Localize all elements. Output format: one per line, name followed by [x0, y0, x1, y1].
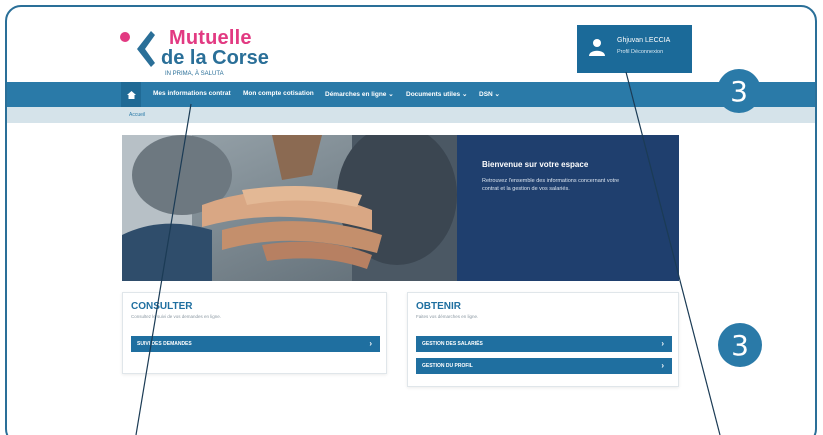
- user-menu[interactable]: Ghjuvan LECCIA Profil Déconnexion: [577, 25, 692, 73]
- gestion-des-salaries-label: GESTION DES SALARIÉS: [422, 341, 483, 347]
- logo-tagline: IN PRIMA, À SALUTA: [165, 71, 224, 77]
- nav-item-demarches-en-ligne[interactable]: Démarches en ligne ⌄: [325, 90, 394, 98]
- nav-item-mon-compte-cotisation[interactable]: Mon compte cotisation: [243, 90, 314, 97]
- suivi-des-demandes-button[interactable]: SUIVI DES DEMANDES ›: [131, 336, 380, 352]
- annotation-badge-top: 3: [717, 69, 761, 113]
- suivi-des-demandes-label: SUIVI DES DEMANDES: [137, 341, 192, 347]
- nav-item-mes-informations-contrat[interactable]: Mes informations contrat: [153, 90, 231, 97]
- nav-home[interactable]: [121, 82, 141, 107]
- breadcrumb-bar: Accueil: [7, 107, 815, 123]
- home-icon: [126, 90, 136, 99]
- hero-banner: Bienvenue sur votre espace Retrouvez l'e…: [122, 135, 679, 281]
- gestion-du-profil-button[interactable]: GESTION DU PROFIL ›: [416, 358, 672, 374]
- breadcrumb[interactable]: Accueil: [129, 112, 145, 118]
- user-links[interactable]: Profil Déconnexion: [617, 49, 663, 55]
- card-consulter: CONSULTER Consultez le suivi de vos dema…: [122, 292, 387, 374]
- annotation-badge-right: 3: [718, 323, 762, 367]
- card-consulter-title: CONSULTER: [131, 301, 193, 312]
- card-obtenir-title: OBTENIR: [416, 301, 461, 312]
- nav-item-dsn[interactable]: DSN ⌄: [479, 90, 500, 98]
- logo-mark-icon: [120, 31, 155, 67]
- site-logo[interactable]: Mutuelle de la Corse IN PRIMA, À SALUTA: [117, 27, 297, 87]
- chevron-right-icon: ›: [369, 339, 372, 348]
- gestion-du-profil-label: GESTION DU PROFIL: [422, 363, 473, 369]
- gestion-des-salaries-button[interactable]: GESTION DES SALARIÉS ›: [416, 336, 672, 352]
- hero-text: Retrouvez l'ensemble des informations co…: [482, 178, 620, 193]
- user-name: Ghjuvan LECCIA: [617, 37, 671, 44]
- screen-frame: Mutuelle de la Corse IN PRIMA, À SALUTA …: [5, 5, 817, 435]
- user-icon: [589, 39, 605, 56]
- hero-hands-image: [122, 135, 457, 281]
- logo-line2: de la Corse: [161, 47, 269, 69]
- hero-welcome-panel: Bienvenue sur votre espace Retrouvez l'e…: [457, 135, 679, 281]
- hero-title: Bienvenue sur votre espace: [482, 160, 589, 169]
- chevron-right-icon: ›: [661, 361, 664, 370]
- card-consulter-subtitle: Consultez le suivi de vos demandes en li…: [131, 314, 222, 319]
- card-obtenir: OBTENIR Faites vos démarches en ligne. G…: [407, 292, 679, 387]
- card-obtenir-subtitle: Faites vos démarches en ligne.: [416, 314, 479, 319]
- nav-item-documents-utiles[interactable]: Documents utiles ⌄: [406, 90, 467, 98]
- main-navbar: Mes informations contrat Mon compte coti…: [7, 82, 815, 107]
- chevron-right-icon: ›: [661, 339, 664, 348]
